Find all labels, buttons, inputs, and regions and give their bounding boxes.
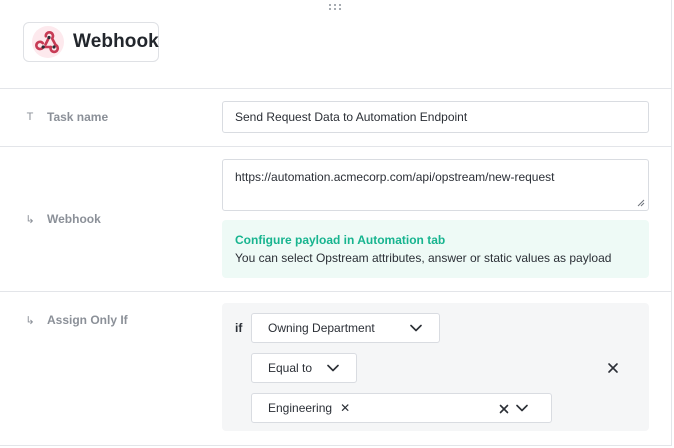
condition-value-multiselect[interactable]: Engineering ✕ xyxy=(251,393,552,423)
condition-operator-select[interactable]: Equal to xyxy=(251,353,357,383)
clear-all-icon[interactable] xyxy=(499,404,509,414)
task-name-label: T Task name xyxy=(24,110,109,124)
webhook-label-text: Webhook xyxy=(47,212,101,226)
chevron-down-icon xyxy=(410,324,422,332)
condition-field-select[interactable]: Owning Department xyxy=(251,313,440,343)
condition-operator-value: Equal to xyxy=(268,361,313,375)
subitem-arrow-icon: ↳ xyxy=(25,314,35,327)
assign-only-if-label: ↳ Assign Only If xyxy=(24,313,128,327)
condition-field-value: Owning Department xyxy=(268,321,375,335)
resize-grip-icon[interactable] xyxy=(637,199,645,207)
webhook-label: ↳ Webhook xyxy=(24,212,101,226)
task-name-value: Send Request Data to Automation Endpoint xyxy=(235,110,468,124)
remove-condition-icon[interactable] xyxy=(607,362,619,374)
value-tag: Engineering ✕ xyxy=(268,401,350,415)
text-type-icon: T xyxy=(26,111,34,123)
task-name-input[interactable]: Send Request Data to Automation Endpoint xyxy=(222,101,649,133)
webhook-url-value: https://automation.acmecorp.com/api/opst… xyxy=(235,170,555,184)
payload-info-text: You can select Opstream attributes, answ… xyxy=(235,251,612,265)
webhook-header-card: Webhook xyxy=(23,22,159,62)
chevron-down-icon xyxy=(327,364,339,372)
chevron-down-icon[interactable] xyxy=(516,404,528,412)
webhook-task-panel: Webhook T Task name Send Request Data to… xyxy=(0,0,672,446)
subitem-arrow-icon: ↳ xyxy=(25,213,35,226)
webhook-url-textarea[interactable]: https://automation.acmecorp.com/api/opst… xyxy=(222,159,649,211)
drag-handle-icon[interactable] xyxy=(329,4,343,14)
section-divider xyxy=(0,88,672,89)
if-keyword: if xyxy=(235,321,243,335)
page-title: Webhook xyxy=(73,31,159,52)
task-name-label-text: Task name xyxy=(47,110,109,124)
section-divider xyxy=(0,291,672,292)
webhook-icon xyxy=(32,26,64,58)
section-divider xyxy=(0,146,672,147)
payload-info-title: Configure payload in Automation tab xyxy=(235,233,446,247)
value-tag-label: Engineering xyxy=(268,401,333,415)
assign-only-if-label-text: Assign Only If xyxy=(47,313,128,327)
tag-remove-icon[interactable]: ✕ xyxy=(340,402,350,414)
payload-info-box: Configure payload in Automation tab You … xyxy=(222,220,649,278)
